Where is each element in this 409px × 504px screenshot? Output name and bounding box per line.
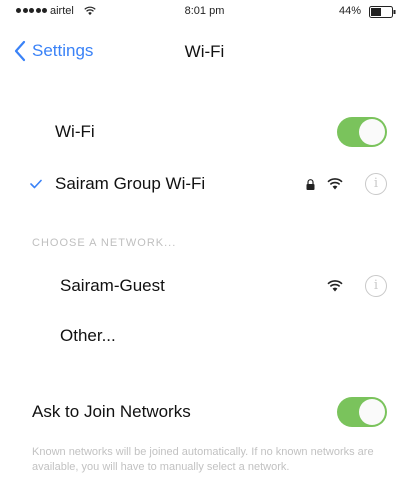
- battery-percentage: 44%: [338, 5, 361, 17]
- lock-icon: [306, 178, 315, 190]
- check-icon: [30, 179, 42, 189]
- toggle-knob: [359, 399, 385, 425]
- page-title: Wi-Fi: [184, 42, 225, 61]
- wifi-icon: [327, 280, 343, 292]
- ask-to-join-toggle[interactable]: [337, 397, 387, 427]
- connected-network-name: Sairam Group Wi-Fi: [55, 174, 206, 193]
- info-icon[interactable]: i: [365, 275, 387, 297]
- section-header: CHOOSE A NETWORK...: [32, 237, 177, 249]
- wifi-label: Wi-Fi: [55, 122, 95, 141]
- other-network-row[interactable]: Other...: [0, 314, 409, 358]
- wifi-toggle[interactable]: [337, 117, 387, 147]
- battery-icon: [369, 6, 396, 18]
- toggle-knob: [359, 119, 385, 145]
- ask-to-join-label: Ask to Join Networks: [32, 402, 191, 421]
- wifi-icon: [327, 178, 343, 190]
- footer-description: Known networks will be joined automatica…: [32, 446, 374, 473]
- info-icon[interactable]: i: [365, 173, 387, 195]
- status-bar: airtel 8:01 pm 44%: [0, 0, 409, 28]
- network-row[interactable]: Sairam-Guest i: [0, 264, 409, 308]
- other-network-label: Other...: [60, 326, 116, 345]
- connected-network-row[interactable]: Sairam Group Wi-Fi i: [0, 162, 409, 206]
- ask-to-join-row: Ask to Join Networks: [0, 390, 409, 434]
- network-name: Sairam-Guest: [60, 276, 165, 295]
- navigation-bar: Settings Wi-Fi: [0, 30, 409, 74]
- wifi-toggle-row: Wi-Fi: [0, 110, 409, 154]
